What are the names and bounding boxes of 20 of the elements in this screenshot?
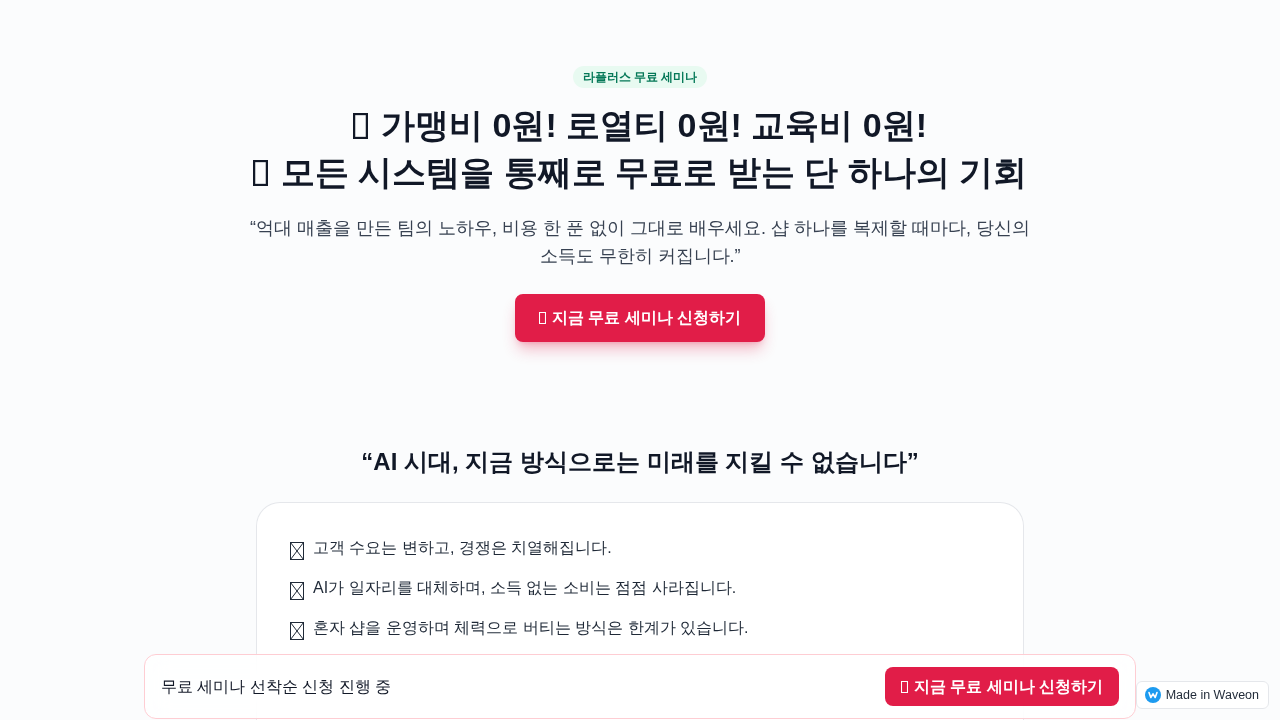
crossed-box-icon xyxy=(290,581,304,600)
subtitle: “억대 매출을 만든 팀의 노하우, 비용 한 푼 없이 그대로 배우세요. 샵 하나를 복제할 때마다, 당신의 소득도 무한히 커집니다.” xyxy=(249,217,1031,268)
crossed-box-icon xyxy=(290,541,304,560)
section-heading: “AI 시대, 지금 방식으로는 미래를 지킬 수 없습니다” xyxy=(361,447,919,477)
headline: 가맹비 0원! 로열티 0원! 교육비 0원! xyxy=(381,105,927,146)
crossed-box-icon xyxy=(290,621,304,640)
made-in-link[interactable]: Made in Waveon xyxy=(1135,681,1269,709)
headline: 모든 시스템을 통째로 무료로 받는 단 하나의 기회 xyxy=(280,152,1028,193)
point-text: 고객 수요는 변하고, 경쟁은 치열해집니다. xyxy=(313,538,612,558)
seminar-badge: 라플러스 무료 세미나 xyxy=(572,66,708,88)
bar-message: 무료 세미나 선착순 신청 진행 중 xyxy=(161,676,392,697)
empty-box-icon xyxy=(252,159,268,186)
logo-icon xyxy=(1144,687,1161,703)
empty-box-icon xyxy=(353,112,369,139)
empty-box-icon xyxy=(900,680,908,693)
point-text: 혼자 샵을 운영하며 체력으로 버티는 방식은 한계가 있습니다. xyxy=(313,618,749,638)
cta-button[interactable]: 지금 무료 세미나 신청하기 xyxy=(884,667,1119,706)
cta-button[interactable]: 지금 무료 세미나 신청하기 xyxy=(514,294,766,342)
empty-box-icon xyxy=(538,312,546,324)
point-text: AI가 일자리를 대체하며, 소득 없는 소비는 점점 사라집니다. xyxy=(313,578,737,598)
